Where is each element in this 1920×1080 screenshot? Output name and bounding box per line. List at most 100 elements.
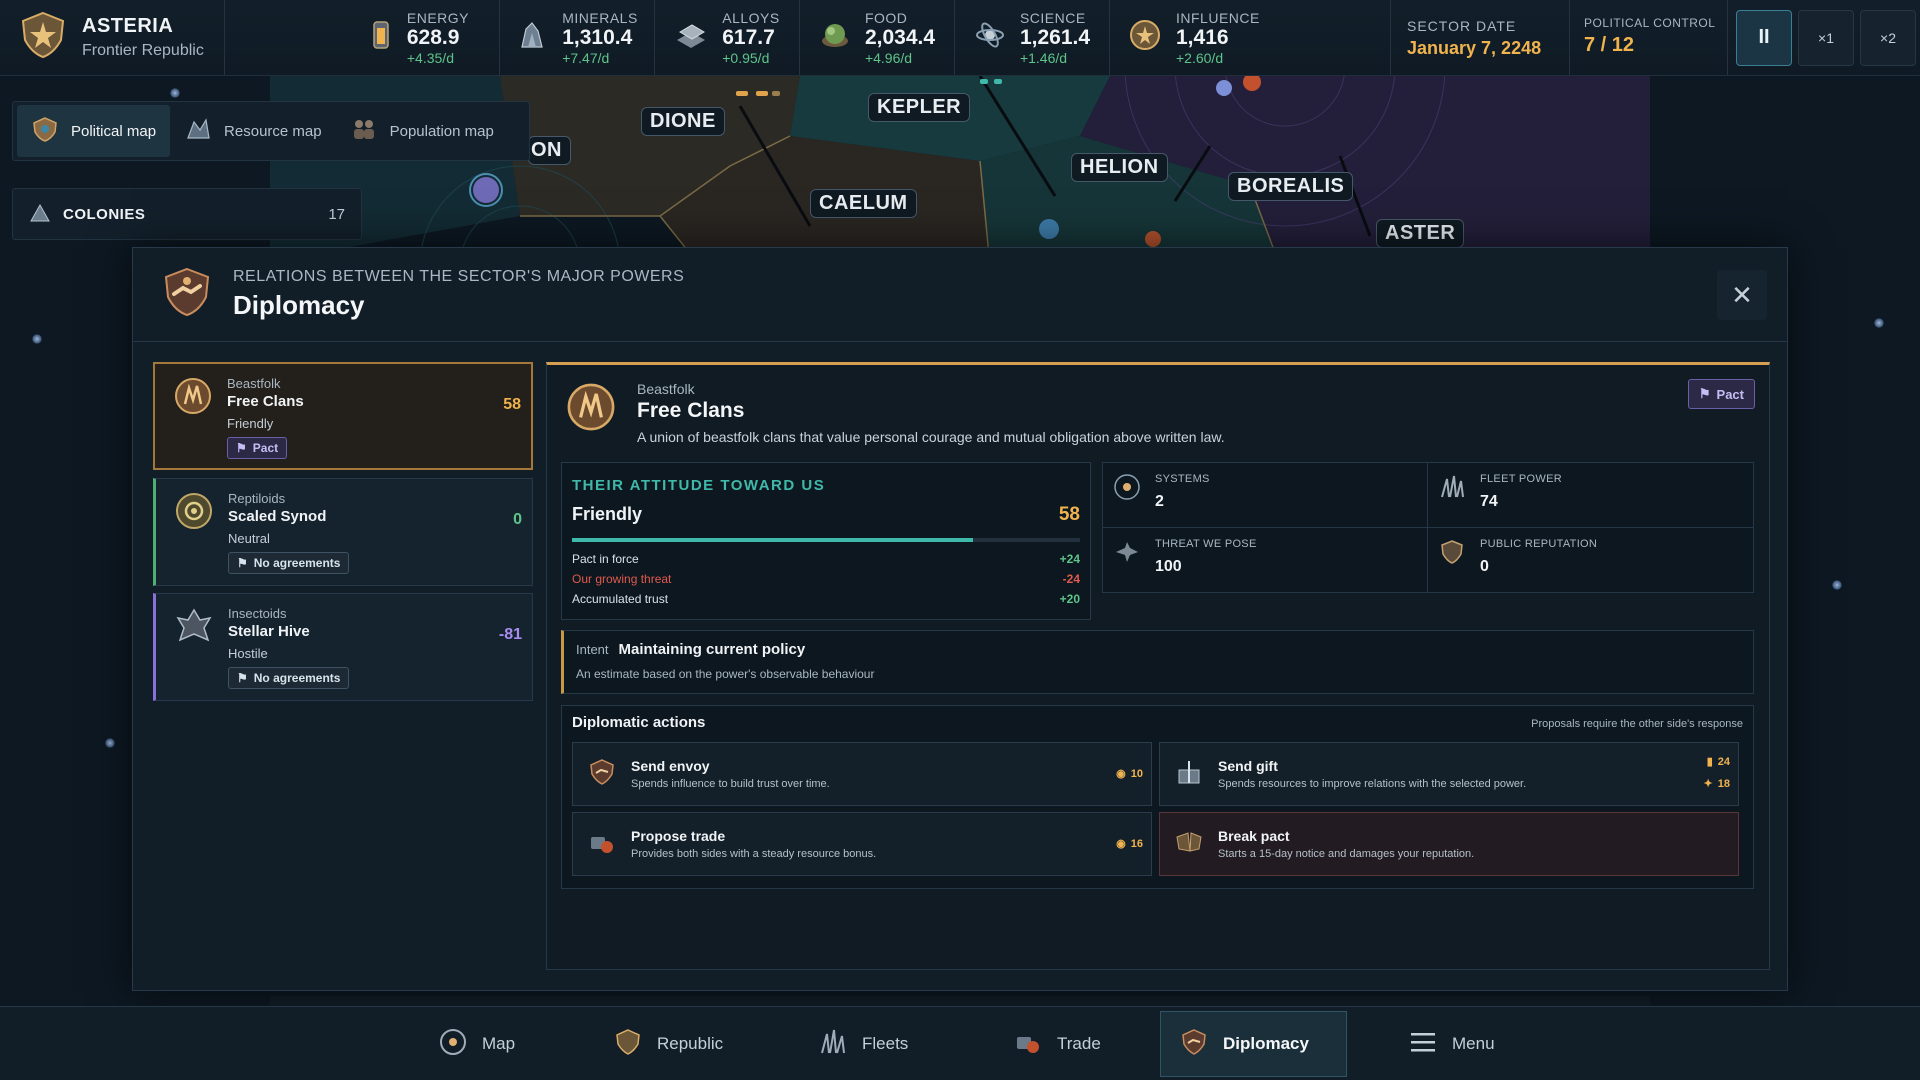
nav-diplomacy[interactable]: Diplomacy bbox=[1160, 1011, 1347, 1077]
empire-name: ASTERIA bbox=[82, 15, 174, 37]
faction-detail: Beastfolk Free Clans A union of beastfol… bbox=[546, 362, 1770, 970]
trade-icon bbox=[587, 827, 617, 862]
nav-trade[interactable]: Trade bbox=[995, 1011, 1119, 1077]
diplomacy-panel: RELATIONS BETWEEN THE SECTOR'S MAJOR POW… bbox=[132, 247, 1788, 991]
chip-label: Pact bbox=[252, 441, 279, 455]
faction-card-scaled-synod[interactable]: Reptiloids Scaled Synod Neutral ⚑ No agre… bbox=[153, 478, 533, 586]
agreement-badge: ⚑ No agreements bbox=[228, 552, 350, 574]
resource-science[interactable]: SCIENCE 1,261.4 +1.46/d bbox=[955, 0, 1110, 75]
intent-label: Intent bbox=[576, 642, 609, 657]
modifier-label: Pact in force bbox=[572, 552, 639, 566]
empire-subtitle: Frontier Republic bbox=[82, 42, 204, 59]
attitude-bar bbox=[572, 538, 1080, 542]
stat-value: 0 bbox=[1480, 557, 1489, 575]
nav-menu[interactable]: Menu bbox=[1390, 1011, 1513, 1077]
faction-emblem-icon bbox=[173, 376, 213, 468]
fleet-icon bbox=[1438, 473, 1466, 527]
influence-icon: ◉ bbox=[1116, 838, 1126, 850]
faction-attitude: Hostile bbox=[228, 646, 268, 661]
resource-minerals[interactable]: MINERALS 1,310.4 +7.47/d bbox=[500, 0, 655, 75]
broken-pact-icon bbox=[1174, 827, 1204, 862]
modifier-row: Accumulated trust +20 bbox=[572, 592, 1080, 606]
tab-political-map[interactable]: Political map bbox=[17, 105, 171, 157]
colonies-label: COLONIES bbox=[63, 205, 146, 223]
resource-food[interactable]: FOOD 2,034.4 +4.96/d bbox=[800, 0, 955, 75]
systems-icon bbox=[1113, 473, 1141, 527]
resource-value: 1,416 bbox=[1176, 25, 1229, 49]
speed-x2-button[interactable]: ×2 bbox=[1860, 9, 1916, 66]
nav-label: Diplomacy bbox=[1223, 1034, 1309, 1053]
resource-rate: +2.60/d bbox=[1176, 49, 1224, 66]
faction-card-free-clans[interactable]: Beastfolk Free Clans Friendly ⚑ Pact 58 bbox=[153, 362, 533, 470]
actions-note: Proposals require the other side's respo… bbox=[1531, 718, 1743, 730]
region-label[interactable]: KEPLER bbox=[868, 93, 971, 122]
pause-button[interactable]: II bbox=[1736, 9, 1792, 66]
tab-label: Population map bbox=[389, 122, 494, 140]
tab-label: Political map bbox=[71, 122, 157, 140]
attitude-level: Friendly bbox=[572, 504, 643, 524]
actions-heading: Diplomatic actions bbox=[572, 714, 706, 731]
close-button[interactable]: ✕ bbox=[1717, 270, 1767, 320]
resource-label: ENERGY bbox=[406, 9, 469, 26]
energy-icon: ▮ bbox=[1706, 756, 1713, 768]
colonies-panel[interactable]: COLONIES 17 bbox=[12, 188, 362, 240]
region-label[interactable]: ON bbox=[528, 136, 571, 165]
cost-value: 10 bbox=[1130, 767, 1143, 780]
nav-label: Trade bbox=[1057, 1034, 1101, 1053]
chip-label: No agreements bbox=[253, 556, 341, 570]
panel-header: RELATIONS BETWEEN THE SECTOR'S MAJOR POW… bbox=[133, 248, 1787, 342]
faction-attitude: Neutral bbox=[228, 531, 270, 546]
pact-badge: ⚑ Pact bbox=[227, 437, 288, 459]
sector-date-value: January 7, 2248 bbox=[1407, 38, 1542, 58]
resource-rate: +4.96/d bbox=[864, 49, 913, 66]
panel-title: Diplomacy bbox=[233, 290, 365, 320]
nav-fleets[interactable]: Fleets bbox=[800, 1011, 926, 1077]
nav-republic[interactable]: Republic bbox=[595, 1011, 741, 1077]
agreement-badge: ⚑ No agreements bbox=[228, 667, 350, 689]
faction-card-stellar-hive[interactable]: Insectoids Stellar Hive Hostile ⚑ No agre… bbox=[153, 593, 533, 701]
influence-icon bbox=[1128, 18, 1162, 57]
influence-icon: ◉ bbox=[1116, 768, 1126, 780]
science-icon bbox=[974, 19, 1006, 56]
region-label[interactable]: ASTER bbox=[1376, 219, 1465, 248]
region-label[interactable]: CAELUM bbox=[810, 189, 917, 218]
political-control-value: 7 / 12 bbox=[1584, 34, 1635, 56]
action-desc: Spends influence to build trust over tim… bbox=[631, 778, 830, 790]
close-icon: ✕ bbox=[1731, 279, 1753, 310]
region-label[interactable]: DIONE bbox=[641, 107, 725, 136]
resource-energy[interactable]: ENERGY 628.9 +4.35/d bbox=[225, 0, 500, 75]
agreement-icon: ⚑ bbox=[237, 556, 248, 570]
threat-icon bbox=[1113, 538, 1141, 593]
political-control[interactable]: POLITICAL CONTROL 7 / 12 bbox=[1570, 0, 1728, 75]
action-cost: ✦ 18 bbox=[1704, 777, 1730, 791]
faction-race: Beastfolk bbox=[227, 376, 281, 391]
resource-rate: +4.35/d bbox=[406, 49, 454, 66]
action-desc: Spends resources to improve relations wi… bbox=[1218, 778, 1527, 790]
break-pact-button[interactable]: Break pact Starts a 15-day notice and dam… bbox=[1159, 812, 1739, 876]
propose-trade-button[interactable]: Propose trade Provides both sides with a … bbox=[572, 812, 1152, 876]
map-icon bbox=[438, 1027, 468, 1062]
stat-systems: SYSTEMS 2 bbox=[1103, 463, 1428, 528]
hamburger-menu-icon bbox=[1408, 1027, 1438, 1062]
map-mode-tabs: Political map Resource map Population ma… bbox=[12, 101, 530, 161]
nav-map[interactable]: Map bbox=[420, 1011, 533, 1077]
resource-rate: +1.46/d bbox=[1019, 49, 1068, 66]
colonies-icon bbox=[29, 201, 51, 228]
send-gift-button[interactable]: Send gift Spends resources to improve rel… bbox=[1159, 742, 1739, 806]
population-map-icon bbox=[350, 116, 378, 146]
action-title: Break pact bbox=[1218, 828, 1290, 844]
nav-label: Menu bbox=[1452, 1034, 1495, 1053]
region-label[interactable]: HELION bbox=[1071, 153, 1168, 182]
resource-alloys[interactable]: ALLOYS 617.7 +0.95/d bbox=[655, 0, 800, 75]
empire-emblem-icon bbox=[18, 10, 68, 65]
region-label[interactable]: BOREALIS bbox=[1228, 172, 1354, 201]
resource-influence[interactable]: INFLUENCE 1,416 +2.60/d bbox=[1110, 0, 1390, 75]
empire-brand[interactable]: ASTERIA Frontier Republic bbox=[0, 0, 225, 75]
tab-population-map[interactable]: Population map bbox=[336, 105, 508, 157]
tab-resource-map[interactable]: Resource map bbox=[170, 105, 336, 157]
action-cost: ◉ 16 bbox=[1116, 837, 1143, 851]
send-envoy-button[interactable]: Send envoy Spends influence to build trus… bbox=[572, 742, 1152, 806]
speed-x1-button[interactable]: ×1 bbox=[1798, 9, 1854, 66]
resource-label: ALLOYS bbox=[722, 9, 780, 26]
chip-label: Pact bbox=[1716, 386, 1744, 402]
